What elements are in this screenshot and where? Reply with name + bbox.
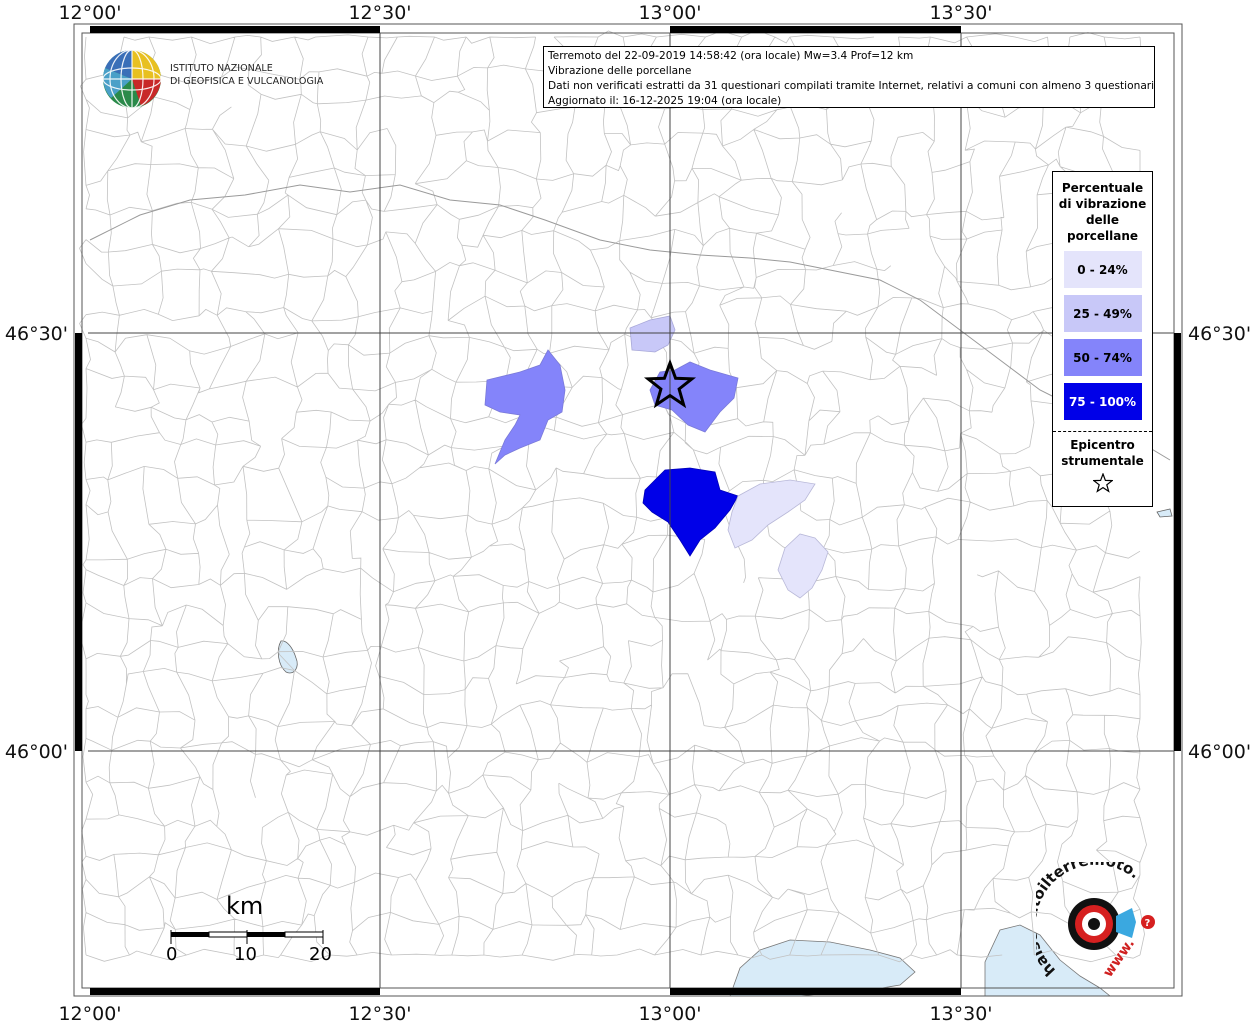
legend-item-label: 0 - 24% — [1077, 262, 1128, 277]
lat-label: 46°00' — [1188, 741, 1251, 763]
lon-label: 13°30' — [929, 1003, 992, 1024]
ingv-logo: ISTITUTO NAZIONALE DI GEOFISICA E VULCAN… — [101, 48, 323, 110]
legend: Percentuale di vibrazione delle porcella… — [1052, 171, 1153, 507]
legend-item-label: 50 - 74% — [1073, 350, 1132, 365]
legend-separator — [1053, 431, 1152, 432]
info-event: Terremoto del 22-09-2019 14:58:42 (ora l… — [548, 50, 914, 62]
hai-sentito-logo: haisentitoilterremoto.it www. ? — [1022, 848, 1166, 992]
graticule — [88, 33, 1174, 988]
lon-labels-top: 12°00' 12°30' 13°00' 13°30' — [58, 2, 992, 24]
map-frame — [73, 23, 1183, 997]
legend-item-label: 25 - 49% — [1073, 306, 1132, 321]
municipality-pct-75-100[interactable] — [642, 467, 739, 557]
earthquake-info-box: Terremoto del 22-09-2019 14:58:42 (ora l… — [543, 46, 1155, 108]
lon-label: 12°30' — [348, 1003, 411, 1024]
lon-label: 12°30' — [348, 2, 411, 24]
svg-text:?: ? — [1145, 918, 1151, 929]
legend-item: 0 - 24% — [1063, 251, 1142, 288]
legend-item: 25 - 49% — [1063, 295, 1142, 332]
ingv-name: ISTITUTO NAZIONALE DI GEOFISICA E VULCAN… — [170, 62, 323, 88]
globe-icon — [102, 49, 162, 109]
scale-bar: km 0 10 20 — [164, 892, 344, 972]
lat-label: 46°30' — [1188, 323, 1251, 345]
scale-tick-20: 20 — [309, 944, 332, 965]
lake-right-edge — [1156, 508, 1173, 518]
info-source: Dati non verificati estratti da 31 quest… — [548, 80, 1155, 92]
info-updated: Aggiornato il: 16-12-2025 19:04 (ora loc… — [548, 95, 782, 107]
municipal-boundaries — [79, 29, 1147, 963]
scale-unit: km — [226, 892, 264, 920]
lat-label: 46°30' — [5, 323, 68, 345]
legend-epicenter-label: Epicentro strumentale — [1061, 438, 1144, 468]
info-parameter: Vibrazione delle porcellane — [548, 65, 692, 77]
boundary-lines — [79, 29, 1147, 963]
ingv-name-line2: DI GEOFISICA E VULCANOLOGIA — [170, 76, 324, 87]
legend-star-icon — [1053, 472, 1152, 497]
scale-tick-0: 0 — [166, 944, 178, 965]
scale-tick-10: 10 — [234, 944, 257, 965]
lon-labels-bottom: 12°00' 12°30' 13°00' 13°30' — [58, 1003, 992, 1024]
lon-label: 12°00' — [58, 1003, 121, 1024]
municipality-pct-0-24-southeast[interactable] — [777, 533, 829, 599]
legend-item: 50 - 74% — [1063, 339, 1142, 376]
legend-item: 75 - 100% — [1063, 383, 1142, 420]
lat-label: 46°00' — [5, 741, 68, 763]
lon-label: 13°00' — [638, 1003, 701, 1024]
municipality-layer — [484, 315, 829, 599]
lon-label: 13°30' — [929, 2, 992, 24]
legend-title: Percentuale di vibrazione delle porcella… — [1058, 181, 1147, 243]
legend-item-label: 75 - 100% — [1068, 394, 1137, 409]
lon-label: 12°00' — [58, 2, 121, 24]
lon-label: 13°00' — [638, 2, 701, 24]
ingv-name-line1: ISTITUTO NAZIONALE — [170, 63, 273, 74]
municipality-pct-25-49-north[interactable] — [629, 315, 676, 353]
